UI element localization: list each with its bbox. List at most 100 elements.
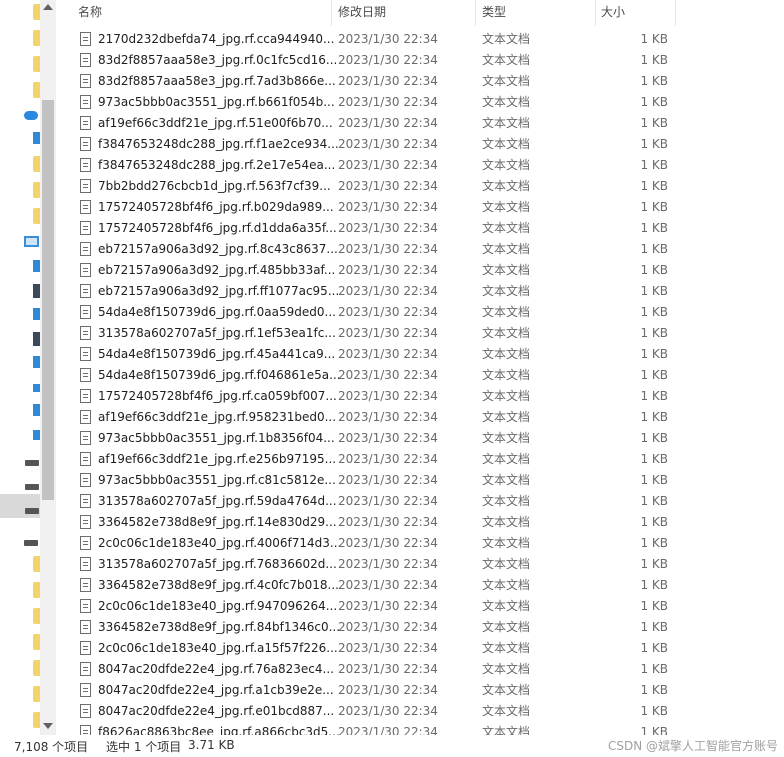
table-row[interactable]: 973ac5bbb0ac3551_jpg.rf.1b8356f04... 2023… <box>56 428 784 449</box>
table-row[interactable]: 54da4e8f150739d6_jpg.rf.0aa59ded0... 2023… <box>56 302 784 323</box>
onedrive-icon[interactable] <box>24 111 38 120</box>
file-type: 文本文档 <box>482 494 531 508</box>
folder-icon[interactable] <box>33 712 40 728</box>
folder-icon[interactable] <box>33 82 40 98</box>
desktop-icon[interactable] <box>33 404 40 416</box>
text-document-icon <box>80 158 91 172</box>
column-divider[interactable] <box>475 0 476 26</box>
table-row[interactable]: 8047ac20dfde22e4_jpg.rf.a1cb39e2e... 2023… <box>56 680 784 701</box>
column-type[interactable]: 类型 <box>482 0 506 24</box>
table-row[interactable]: 54da4e8f150739d6_jpg.rf.45a441ca9... 2023… <box>56 344 784 365</box>
table-row[interactable]: 3364582e738d8e9f_jpg.rf.14e830d29... 2023… <box>56 512 784 533</box>
table-row[interactable]: 313578a602707a5f_jpg.rf.1ef53ea1fc... 202… <box>56 323 784 344</box>
scroll-up-icon[interactable] <box>43 4 53 10</box>
column-size[interactable]: 大小 <box>601 0 625 24</box>
network-drive-icon[interactable] <box>24 540 38 546</box>
column-divider[interactable] <box>675 0 676 26</box>
file-name: 54da4e8f150739d6_jpg.rf.f046861e5a... <box>98 368 341 382</box>
file-name: 2c0c06c1de183e40_jpg.rf.4006f714d3... <box>98 536 342 550</box>
folder-icon[interactable] <box>33 634 40 650</box>
documents-icon[interactable] <box>33 332 40 346</box>
column-divider[interactable] <box>595 0 596 26</box>
documents-icon[interactable] <box>33 284 40 298</box>
folder-icon[interactable] <box>33 556 40 572</box>
table-row[interactable]: af19ef66c3ddf21e_jpg.rf.e256b97195... 202… <box>56 449 784 470</box>
downloads-icon[interactable] <box>33 356 40 368</box>
file-type: 文本文档 <box>482 242 531 256</box>
scroll-down-icon[interactable] <box>43 723 53 729</box>
table-row[interactable]: 17572405728bf4f6_jpg.rf.d1dda6a35f... 202… <box>56 218 784 239</box>
file-size: 1 KB <box>640 410 668 424</box>
scroll-thumb[interactable] <box>42 100 54 500</box>
table-row[interactable]: 973ac5bbb0ac3551_jpg.rf.c81c5812e... 2023… <box>56 470 784 491</box>
file-size: 1 KB <box>640 494 668 508</box>
file-size: 1 KB <box>640 452 668 466</box>
folder-icon[interactable] <box>33 30 40 46</box>
text-document-icon <box>80 200 91 214</box>
table-row[interactable]: 7bb2bdd276cbcb1d_jpg.rf.563f7cf39... 2023… <box>56 176 784 197</box>
file-date: 2023/1/30 22:34 <box>338 305 438 319</box>
navigation-pane[interactable] <box>0 0 40 735</box>
table-row[interactable]: f8626ac8863bc8ee_jpg.rf.a866cbc3d5... 202… <box>56 722 784 735</box>
music-icon[interactable] <box>33 384 40 392</box>
table-row[interactable]: f3847653248dc288_jpg.rf.f1ae2ce934... 202… <box>56 134 784 155</box>
table-row[interactable]: 2c0c06c1de183e40_jpg.rf.947096264... 2023… <box>56 596 784 617</box>
table-row[interactable]: eb72157a906a3d92_jpg.rf.485bb33af... 2023… <box>56 260 784 281</box>
column-divider[interactable] <box>331 0 332 26</box>
file-date: 2023/1/30 22:34 <box>338 368 438 382</box>
table-row[interactable]: 17572405728bf4f6_jpg.rf.b029da989... 2023… <box>56 197 784 218</box>
file-size: 1 KB <box>640 179 668 193</box>
table-row[interactable]: 313578a602707a5f_jpg.rf.76836602d... 2023… <box>56 554 784 575</box>
file-date: 2023/1/30 22:34 <box>338 116 438 130</box>
table-row[interactable]: 54da4e8f150739d6_jpg.rf.f046861e5a... 202… <box>56 365 784 386</box>
folder-icon[interactable] <box>33 156 40 172</box>
table-row[interactable]: 973ac5bbb0ac3551_jpg.rf.b661f054b... 2023… <box>56 92 784 113</box>
videos-icon[interactable] <box>33 308 40 320</box>
file-size: 1 KB <box>640 620 668 634</box>
nav-scrollbar[interactable] <box>40 0 56 735</box>
table-row[interactable]: 8047ac20dfde22e4_jpg.rf.76a823ec4... 2023… <box>56 659 784 680</box>
table-row[interactable]: 2c0c06c1de183e40_jpg.rf.4006f714d3... 202… <box>56 533 784 554</box>
table-row[interactable]: 2170d232dbefda74_jpg.rf.cca944940... 2023… <box>56 29 784 50</box>
cloud-folder-icon[interactable] <box>33 132 40 144</box>
table-row[interactable]: 83d2f8857aaa58e3_jpg.rf.7ad3b866e... 2023… <box>56 71 784 92</box>
text-document-icon <box>80 578 91 592</box>
folder-icon[interactable] <box>33 4 40 20</box>
folder-icon[interactable] <box>33 182 40 198</box>
file-date: 2023/1/30 22:34 <box>338 326 438 340</box>
folder-icon[interactable] <box>33 608 40 624</box>
pictures-icon[interactable] <box>33 260 40 272</box>
drive-icon[interactable] <box>25 484 39 490</box>
table-row[interactable]: af19ef66c3ddf21e_jpg.rf.51e00f6b70... 202… <box>56 113 784 134</box>
folder-icon[interactable] <box>33 56 40 72</box>
table-row[interactable]: 2c0c06c1de183e40_jpg.rf.a15f57f226... 202… <box>56 638 784 659</box>
table-row[interactable]: f3847653248dc288_jpg.rf.2e17e54ea... 2023… <box>56 155 784 176</box>
drive-icon[interactable] <box>25 508 39 514</box>
file-list[interactable]: 名称 修改日期 类型 大小 ⌃ 2170d232dbefda74_jpg.rf.… <box>56 0 784 735</box>
text-document-icon <box>80 221 91 235</box>
file-type: 文本文档 <box>482 641 531 655</box>
table-row[interactable]: 8047ac20dfde22e4_jpg.rf.e01bcd887... 2023… <box>56 701 784 722</box>
table-row[interactable]: 3364582e738d8e9f_jpg.rf.84bf1346c0... 202… <box>56 617 784 638</box>
file-date: 2023/1/30 22:34 <box>338 536 438 550</box>
folder-icon[interactable] <box>33 660 40 676</box>
file-name: 8047ac20dfde22e4_jpg.rf.a1cb39e2e... <box>98 683 334 697</box>
folder-icon[interactable] <box>33 686 40 702</box>
table-row[interactable]: 17572405728bf4f6_jpg.rf.ca059bf007... 202… <box>56 386 784 407</box>
table-row[interactable]: eb72157a906a3d92_jpg.rf.8c43c8637... 2023… <box>56 239 784 260</box>
folder-icon[interactable] <box>33 208 40 224</box>
drive-icon[interactable] <box>25 460 39 466</box>
table-row[interactable]: af19ef66c3ddf21e_jpg.rf.958231bed0... 202… <box>56 407 784 428</box>
this-pc-icon[interactable] <box>24 236 39 247</box>
file-size: 1 KB <box>640 242 668 256</box>
table-row[interactable]: 83d2f8857aaa58e3_jpg.rf.0c1fc5cd16... 202… <box>56 50 784 71</box>
table-row[interactable]: 313578a602707a5f_jpg.rf.59da4764d... 2023… <box>56 491 784 512</box>
column-name[interactable]: 名称 <box>78 0 102 24</box>
windows-icon[interactable] <box>33 430 40 440</box>
text-document-icon <box>80 326 91 340</box>
folder-icon[interactable] <box>33 582 40 598</box>
column-date[interactable]: 修改日期 <box>338 0 386 24</box>
table-row[interactable]: 3364582e738d8e9f_jpg.rf.4c0fc7b018... 202… <box>56 575 784 596</box>
table-row[interactable]: eb72157a906a3d92_jpg.rf.ff1077ac95... 202… <box>56 281 784 302</box>
nav-selected-item[interactable] <box>0 494 40 518</box>
